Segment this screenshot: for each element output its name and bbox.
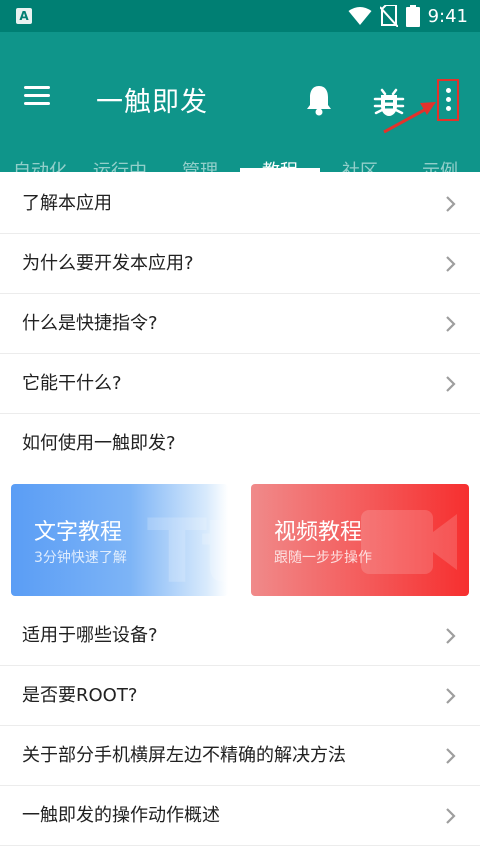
list-item[interactable]: 它能干什么? <box>0 354 480 414</box>
status-icons: 9:41 <box>348 0 468 32</box>
text-tutorial-subtitle: 3分钟快速了解 <box>34 550 127 566</box>
status-time: 9:41 <box>427 5 468 27</box>
list-item-label: 什么是快捷指令? <box>22 313 158 334</box>
list-item-label: 是否要ROOT? <box>22 685 138 706</box>
list-item[interactable]: 是否要ROOT? <box>0 666 480 726</box>
video-tutorial-card[interactable]: 视频教程 跟随一步步操作 <box>251 484 469 596</box>
text-tutorial-card[interactable]: Tt 文字教程 3分钟快速了解 <box>11 484 228 596</box>
list-item[interactable]: 关于部分手机横屏左边不精确的解决方法 <box>0 726 480 786</box>
divider <box>0 845 480 846</box>
menu-icon[interactable] <box>24 86 50 106</box>
chevron-right-icon <box>446 808 456 824</box>
list-item-label: 关于部分手机横屏左边不精确的解决方法 <box>22 745 346 766</box>
annotation-arrow-icon <box>383 102 436 134</box>
list-item-label: 一触即发的操作动作概述 <box>22 805 220 826</box>
video-tutorial-title: 视频教程 <box>274 520 363 545</box>
status-bar: A 9:41 <box>0 0 480 32</box>
list-item[interactable]: 了解本应用 <box>0 174 480 234</box>
list-item[interactable]: 什么是快捷指令? <box>0 294 480 354</box>
list-item[interactable]: 一触即发的操作动作概述 <box>0 786 480 846</box>
wifi-icon <box>348 7 372 25</box>
chevron-right-icon <box>446 748 456 764</box>
active-tab-indicator <box>240 168 320 172</box>
video-tutorial-subtitle: 跟随一步步操作 <box>274 550 372 566</box>
bell-icon[interactable] <box>304 84 334 116</box>
notification-app-icon: A <box>16 8 32 24</box>
no-sim-icon <box>379 5 398 27</box>
list-item-label: 了解本应用 <box>22 193 112 214</box>
list-item-label: 为什么要开发本应用? <box>22 253 194 274</box>
app-title: 一触即发 <box>96 87 208 118</box>
chevron-right-icon <box>446 256 456 272</box>
section-heading-label: 如何使用一触即发? <box>22 433 176 454</box>
list-item[interactable]: 为什么要开发本应用? <box>0 234 480 294</box>
chevron-right-icon <box>446 316 456 332</box>
list-item-label: 它能干什么? <box>22 373 122 394</box>
list-item-section-heading: 如何使用一触即发? <box>0 414 480 474</box>
chevron-right-icon <box>446 628 456 644</box>
chevron-right-icon <box>446 688 456 704</box>
list-item-label: 适用于哪些设备? <box>22 625 158 646</box>
chevron-right-icon <box>446 196 456 212</box>
app-bar: 一触即发 自动化 运行中 管理 教程 社区 示例 <box>0 32 480 182</box>
battery-icon <box>405 5 420 27</box>
text-tutorial-title: 文字教程 <box>34 520 123 545</box>
list-item[interactable]: 适用于哪些设备? <box>0 606 480 666</box>
more-vert-icon[interactable] <box>437 79 459 121</box>
chevron-right-icon <box>446 376 456 392</box>
